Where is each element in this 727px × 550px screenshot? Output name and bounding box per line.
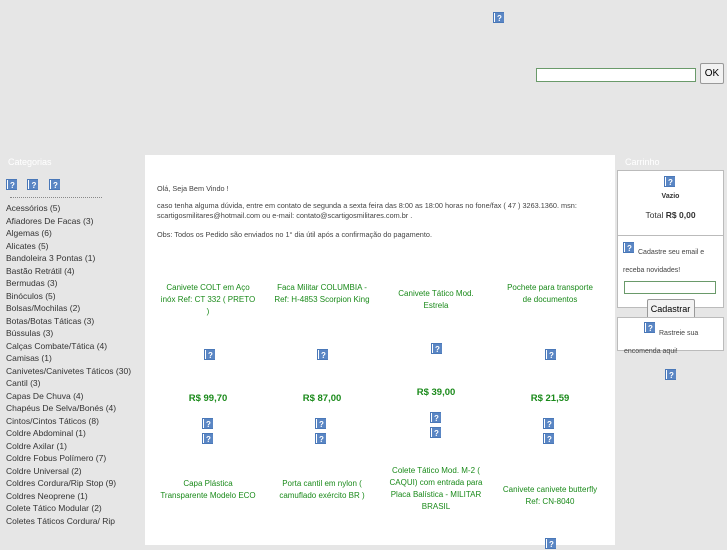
broken-image-icon[interactable] [202,433,213,444]
cart-title: Carrinho [625,157,660,167]
search-input[interactable] [536,68,696,82]
broken-image-icon[interactable] [204,349,215,360]
category-item[interactable]: Coldre Axilar (1) [6,440,136,453]
product-price-box: R$ 99,70 [160,393,256,404]
product-name-link[interactable]: Canivete COLT em Aço inóx Ref: CT 332 ( … [160,282,256,318]
product-price: R$ 99,70 [188,393,228,404]
product-price-box: R$ 39,00 [388,387,484,398]
product-card: Porta cantil em nylon ( camuflado exérci… [274,478,370,502]
broken-image-icon[interactable] [315,418,326,429]
newsletter-header: Cadastre seu email e receba novidades! [618,236,723,277]
broken-image-icon[interactable] [665,369,676,380]
category-item[interactable]: Capas De Chuva (4) [6,390,136,403]
divider [10,197,102,198]
cart-total: Total R$ 0,00 [618,210,723,220]
product-name-link[interactable]: Canivete canivete butterfly Ref: CN-8040 [502,484,598,508]
broken-image-icon [493,12,504,23]
product-name-link[interactable]: Colete Tático Mod. M-2 ( CAQUI) com entr… [388,465,484,513]
category-sidebar: Categorias Acessórios (5)Afiadores De Fa… [0,155,144,545]
broken-image-icon[interactable] [430,412,441,423]
cart-image-icon[interactable] [664,176,675,187]
broken-image-icon[interactable] [545,538,556,549]
product-name-link[interactable]: Capa Plástica Transparente Modelo ECO [160,478,256,502]
category-item[interactable]: Colete Tático Modular (2) [6,502,136,515]
tracking-image-icon [644,322,655,333]
obs-text: Obs: Todos os Pedido são enviados no 1° … [157,230,432,239]
category-item[interactable]: Canivetes/Canivetes Táticos (30) [6,365,136,378]
register-button[interactable]: Cadastrar [646,299,695,319]
product-price: R$ 21,59 [530,393,570,404]
category-item[interactable]: Botas/Botas Táticas (3) [6,315,136,328]
email-field[interactable] [624,281,716,294]
mail-image-icon [623,242,634,253]
category-item[interactable]: Coletes Táticos Cordura/ Rip [6,515,136,528]
sidebar-title: Categorias [8,157,52,167]
product-card: Canivete COLT em Aço inóx Ref: CT 332 ( … [160,282,256,318]
tracking-panel[interactable]: Rastreie sua encomenda aqui! [617,317,724,355]
category-item[interactable]: Binóculos (5) [6,290,136,303]
product-price-box: R$ 21,59 [502,393,598,404]
broken-image-icon[interactable] [27,179,39,190]
tracking-content: Rastreie sua encomenda aqui! [618,318,723,358]
product-name-link[interactable]: Pochete para transporte de documentos [502,282,598,306]
category-item[interactable]: Cintos/Cintos Táticos (8) [6,415,136,428]
product-card: Canivete canivete butterfly Ref: CN-8040 [502,484,598,508]
cart-empty-text: Vazio [661,193,680,200]
category-list: Acessórios (5) Afiadores De Facas (3) Alge… [0,202,144,527]
broken-image-icon[interactable] [48,179,60,190]
broken-image-icon[interactable] [202,418,213,429]
right-sidebar: Carrinho Vazio Total R$ 0,00 Cadastre se… [617,155,727,545]
category-item[interactable]: Algemas (6) [6,227,136,240]
category-item[interactable]: Bússulas (3) [6,327,136,340]
product-name-link[interactable]: Faca Militar COLUMBIA - Ref: H-4853 Scor… [274,282,370,306]
tracking-text[interactable]: Rastreie sua encomenda aqui! [624,330,698,355]
category-item[interactable]: Coldres Neoprene (1) [6,490,136,503]
product-card: Capa Plástica Transparente Modelo ECO [160,478,256,502]
broken-image-icon[interactable] [431,343,442,354]
category-item[interactable]: Coldre Abdominal (1) [6,427,136,440]
main-content: Olá, Seja Bem Vindo ! caso tenha alguma … [145,155,615,549]
category-item[interactable]: Coldres Cordura/Rip Stop (9) [6,477,136,490]
product-price-box: R$ 87,00 [274,393,370,404]
category-item[interactable]: Alicates (5) [6,240,136,253]
broken-image-icon[interactable] [6,179,17,190]
broken-image-icon[interactable] [317,349,328,360]
category-item[interactable]: Camisas (1) [6,352,136,365]
category-item[interactable]: Bolsas/Mochilas (2) [6,302,136,315]
product-card: Pochete para transporte de documentos [502,282,598,306]
category-item[interactable]: Coldre Universal (2) [6,465,136,478]
category-item[interactable]: Cantil (3) [6,377,136,390]
category-item[interactable]: Bandoleira 3 Pontas (1) [6,252,136,265]
product-price: R$ 39,00 [416,387,456,398]
product-name-link[interactable]: Canivete Tático Mod. Estrela [388,288,484,312]
broken-image-icon[interactable] [545,349,556,360]
broken-image-icon[interactable] [543,433,554,444]
broken-image-icon[interactable] [315,433,326,444]
greeting-text: Olá, Seja Bem Vindo ! [157,184,229,193]
product-price: R$ 87,00 [302,393,342,404]
product-card: Canivete Tático Mod. Estrela [388,288,484,312]
product-name-link[interactable]: Porta cantil em nylon ( camuflado exérci… [274,478,370,502]
cart-panel: Vazio Total R$ 0,00 [617,170,724,242]
contact-text: caso tenha alguma dúvida, entre em conta… [157,201,577,220]
total-label: Total [645,210,664,220]
category-item[interactable]: Coldre Fobus Polímero (7) [6,452,136,465]
category-item[interactable]: Calças Combate/Tática (4) [6,340,136,353]
newsletter-text: Cadastre seu email e receba novidades! [623,249,705,274]
newsletter-panel: Cadastre seu email e receba novidades! C… [617,235,724,319]
search-ok-button[interactable]: OK [700,63,724,84]
total-value: R$ 0,00 [665,210,696,220]
category-item[interactable]: Chapéus De Selva/Bonés (4) [6,402,136,415]
broken-image-icon[interactable] [430,427,441,438]
product-card: Colete Tático Mod. M-2 ( CAQUI) com entr… [388,465,484,513]
category-item[interactable]: Bastão Retrátil (4) [6,265,136,278]
product-card: Faca Militar COLUMBIA - Ref: H-4853 Scor… [274,282,370,306]
category-item[interactable]: Afiadores De Facas (3) [6,215,136,228]
category-item[interactable]: Acessórios (5) [6,202,136,215]
broken-image-icon[interactable] [543,418,554,429]
sidebar-icons [0,171,144,192]
category-item[interactable]: Bermudas (3) [6,277,136,290]
